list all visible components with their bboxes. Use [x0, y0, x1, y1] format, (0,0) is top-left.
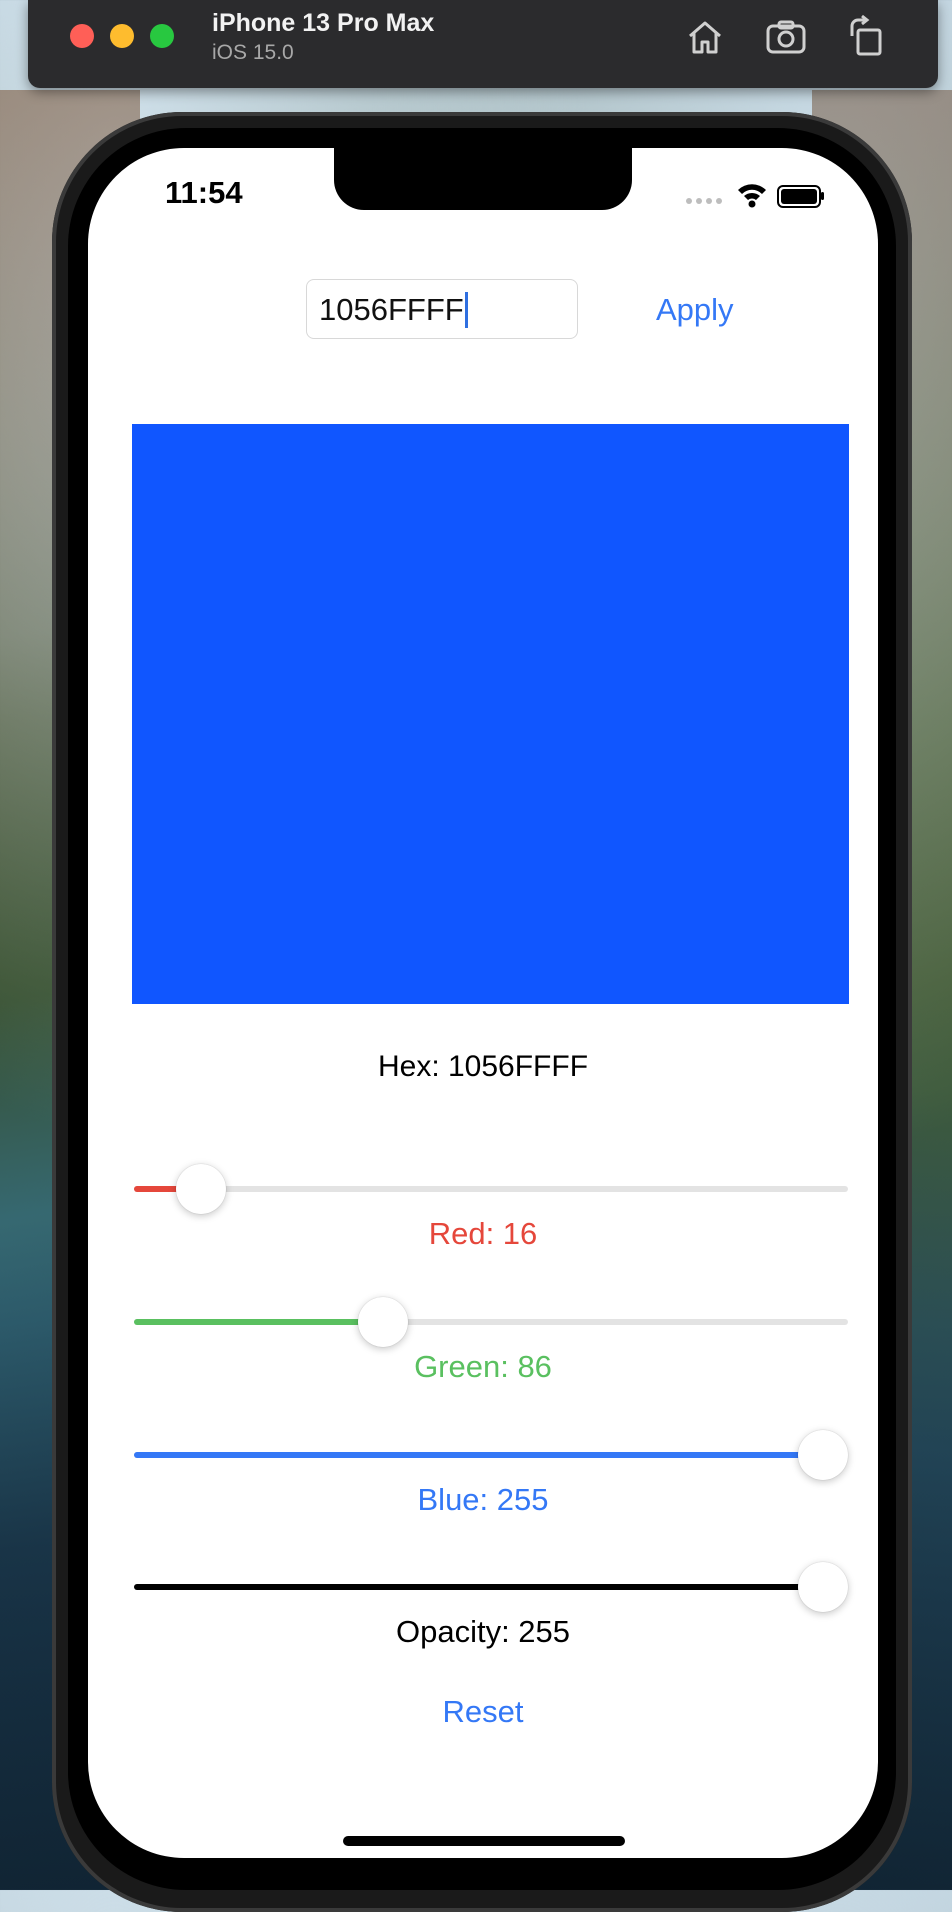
reset-button[interactable]: Reset — [443, 1694, 524, 1730]
device-name: iPhone 13 Pro Max — [212, 9, 435, 37]
notch — [334, 148, 632, 210]
rotate-icon[interactable] — [844, 14, 890, 60]
color-preview — [132, 424, 849, 1004]
zoom-window-button[interactable] — [150, 24, 174, 48]
status-icons — [686, 178, 826, 212]
green-slider[interactable] — [134, 1297, 848, 1347]
slider-thumb[interactable] — [357, 1297, 408, 1347]
red-label: Red: 16 — [428, 1216, 538, 1251]
wifi-icon — [738, 184, 766, 208]
blue-label: Blue: 255 — [417, 1482, 549, 1517]
minimize-window-button[interactable] — [110, 24, 134, 48]
home-icon[interactable] — [682, 14, 728, 60]
blue-slider[interactable] — [134, 1430, 848, 1480]
simulator-title-bar: iPhone 13 Pro Max iOS 15.0 — [28, 0, 938, 88]
green-label: Green: 86 — [414, 1349, 552, 1384]
slider-fill — [134, 1452, 823, 1458]
slider-fill — [134, 1319, 383, 1325]
red-slider[interactable] — [134, 1164, 848, 1214]
phone-screen: 11:54 1056FFFF Apply Hex: 1056FFFF Red: … — [88, 148, 878, 1858]
cellular-icon — [686, 198, 722, 204]
battery-icon — [777, 185, 824, 208]
screenshot-icon[interactable] — [764, 14, 810, 60]
slider-thumb[interactable] — [798, 1562, 848, 1612]
hex-label: Hex: 1056FFFF — [377, 1050, 589, 1083]
opacity-slider[interactable] — [134, 1562, 848, 1612]
os-version: iOS 15.0 — [212, 41, 294, 64]
hex-input-value: 1056FFFF — [319, 292, 464, 327]
close-window-button[interactable] — [70, 24, 94, 48]
status-time: 11:54 — [165, 175, 243, 210]
text-caret — [464, 291, 468, 328]
slider-thumb[interactable] — [175, 1164, 226, 1214]
hex-input[interactable]: 1056FFFF — [306, 279, 578, 339]
slider-track — [134, 1186, 848, 1192]
apply-button[interactable]: Apply — [648, 288, 796, 332]
home-indicator — [343, 1836, 625, 1846]
slider-thumb[interactable] — [798, 1430, 848, 1480]
slider-fill — [134, 1584, 823, 1590]
opacity-label: Opacity: 255 — [395, 1614, 571, 1649]
